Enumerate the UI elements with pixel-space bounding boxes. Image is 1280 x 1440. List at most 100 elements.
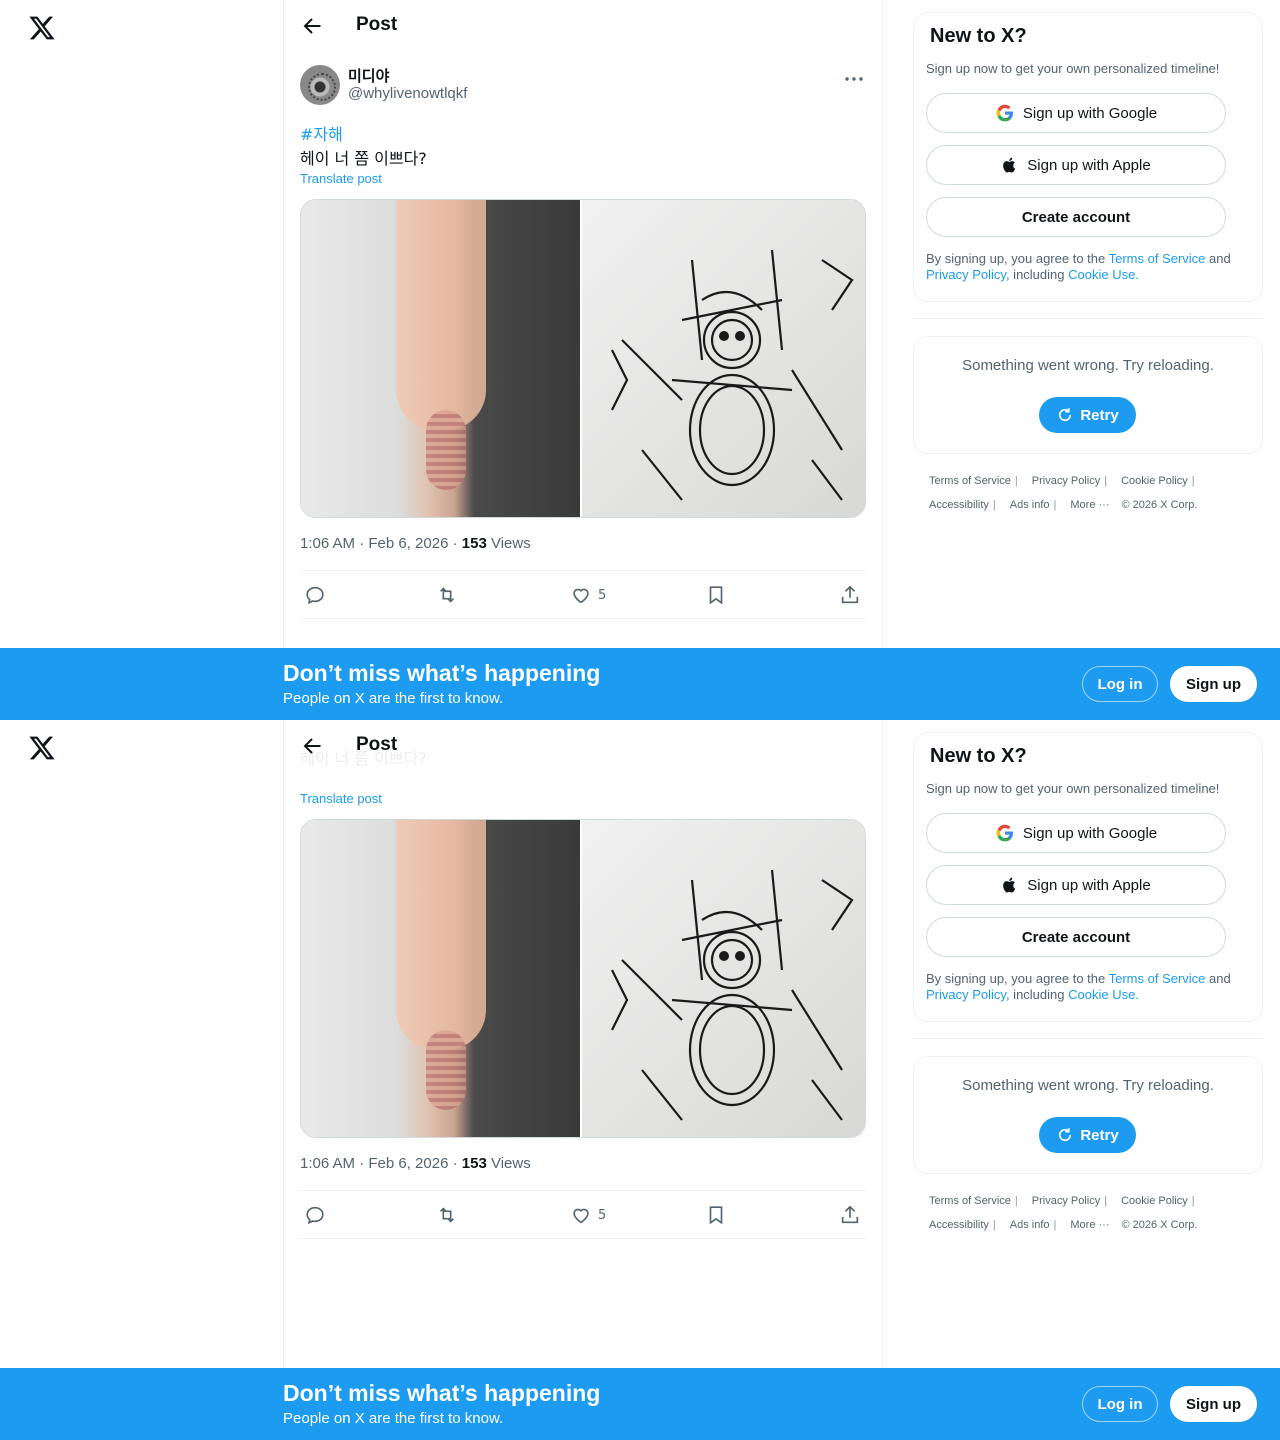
media-photo-1[interactable] <box>301 200 582 517</box>
footer-accessibility[interactable]: Accessibility <box>929 499 989 511</box>
screen-frame-2: Post 헤이 너 쫌 이쁘다? Translate post <box>0 720 1280 1440</box>
bookmark-button[interactable] <box>705 1203 727 1227</box>
bookmark-button[interactable] <box>705 583 727 607</box>
signup-legal: By signing up, you agree to the Terms of… <box>926 251 1231 282</box>
media-photo-1[interactable] <box>301 820 582 1137</box>
like-count: 5 <box>598 1207 607 1223</box>
google-signup-button[interactable]: Sign up with Google <box>926 813 1226 853</box>
signup-legal: By signing up, you agree to the Terms of… <box>926 971 1231 1002</box>
media-photo-2[interactable] <box>582 820 865 1137</box>
footer-cookie[interactable]: Cookie Policy <box>1121 1195 1188 1207</box>
error-card: Something went wrong. Try reloading. Ret… <box>913 1056 1263 1174</box>
retry-button[interactable]: Retry <box>1039 1117 1136 1153</box>
sidebar-divider <box>913 318 1263 319</box>
footer-ads[interactable]: Ads info <box>1010 1219 1050 1231</box>
x-logo-icon[interactable] <box>28 14 56 42</box>
repost-icon <box>439 587 455 603</box>
signup-banner: Don’t miss what’s happening People on X … <box>0 648 1280 720</box>
apple-signup-button[interactable]: Sign up with Apple <box>926 145 1226 185</box>
footer-more[interactable]: More ··· <box>1070 499 1109 511</box>
privacy-link[interactable]: Privacy Policy <box>926 987 1006 1002</box>
signup-title: New to X? <box>930 745 1027 767</box>
back-arrow-icon[interactable] <box>300 14 324 38</box>
drawing-sketch <box>611 869 854 1121</box>
reply-icon <box>306 1206 324 1225</box>
cookie-link[interactable]: Cookie Use. <box>1068 987 1139 1002</box>
like-button[interactable]: 5 <box>570 583 606 607</box>
post-header: Post <box>284 720 882 773</box>
heart-icon <box>573 588 589 604</box>
more-options-icon[interactable] <box>842 67 866 91</box>
tos-link[interactable]: Terms of Service <box>1109 251 1206 266</box>
user-handle[interactable]: @whylivenowtlqkf <box>348 85 467 102</box>
google-icon <box>996 104 1013 122</box>
heart-icon <box>573 1208 589 1224</box>
footer-copyright: © 2026 X Corp. <box>1121 1219 1198 1231</box>
sidebar-divider <box>913 1038 1263 1039</box>
create-account-button[interactable]: Create account <box>926 917 1226 957</box>
banner-title: Don’t miss what’s happening <box>283 1380 601 1406</box>
share-button[interactable] <box>839 1203 861 1227</box>
primary-column: Post 미디야 @whylivenowtlqkf #자해 헤이 너 쫌 이쁘다… <box>283 0 883 720</box>
reply-button[interactable] <box>304 583 326 607</box>
retry-button[interactable]: Retry <box>1039 397 1136 433</box>
footer-accessibility[interactable]: Accessibility <box>929 1219 989 1231</box>
refresh-icon <box>1059 1128 1072 1142</box>
signup-subtitle: Sign up now to get your own personalized… <box>926 781 1220 796</box>
post-media[interactable] <box>300 199 866 518</box>
repost-icon <box>439 1207 455 1223</box>
footer-tos[interactable]: Terms of Service <box>929 1195 1011 1207</box>
post-text: 헤이 너 쫌 이쁘다? <box>300 149 427 168</box>
post-media[interactable] <box>300 819 866 1138</box>
signup-button[interactable]: Sign up <box>1170 666 1257 702</box>
bookmark-icon <box>709 586 723 605</box>
footer-ads[interactable]: Ads info <box>1010 499 1050 511</box>
signup-card: New to X? Sign up now to get your own pe… <box>913 12 1263 302</box>
google-signup-button[interactable]: Sign up with Google <box>926 93 1226 133</box>
footer-cookie[interactable]: Cookie Policy <box>1121 475 1188 487</box>
display-name[interactable]: 미디야 <box>348 65 389 86</box>
privacy-link[interactable]: Privacy Policy <box>926 267 1006 282</box>
footer-tos[interactable]: Terms of Service <box>929 475 1011 487</box>
signup-button[interactable]: Sign up <box>1170 1386 1257 1422</box>
post-timestamp[interactable]: 1:06 AM · Feb 6, 2026 · 153 Views <box>300 535 531 552</box>
login-button[interactable]: Log in <box>1082 666 1158 702</box>
avatar[interactable] <box>300 65 340 105</box>
footer-privacy[interactable]: Privacy Policy <box>1032 475 1100 487</box>
drawing-sketch <box>611 249 854 501</box>
share-icon <box>841 585 859 604</box>
share-icon <box>841 1205 859 1224</box>
repost-button[interactable] <box>436 583 458 607</box>
footer-links: Terms of Service | Privacy Policy | Cookie P… <box>929 1195 1198 1231</box>
page-title: Post <box>356 734 398 755</box>
like-count: 5 <box>598 587 607 603</box>
views-count: 153 <box>461 1155 487 1172</box>
translate-post-link[interactable]: Translate post <box>300 791 382 806</box>
back-arrow-icon[interactable] <box>300 734 324 758</box>
footer-links: Terms of Service | Privacy Policy | Cookie P… <box>929 475 1198 511</box>
translate-post-link[interactable]: Translate post <box>300 171 382 186</box>
banner-subtitle: People on X are the first to know. <box>283 690 504 707</box>
x-logo-icon[interactable] <box>28 734 56 762</box>
post-timestamp[interactable]: 1:06 AM · Feb 6, 2026 · 153 Views <box>300 1155 531 1172</box>
create-account-button[interactable]: Create account <box>926 197 1226 237</box>
signup-subtitle: Sign up now to get your own personalized… <box>926 61 1220 76</box>
share-button[interactable] <box>839 583 861 607</box>
post-action-bar: 5 <box>300 570 866 619</box>
reply-icon <box>306 586 324 605</box>
like-button[interactable]: 5 <box>570 1203 606 1227</box>
apple-signup-button[interactable]: Sign up with Apple <box>926 865 1226 905</box>
screen-frame-1: Post 미디야 @whylivenowtlqkf #자해 헤이 너 쫌 이쁘다… <box>0 0 1280 720</box>
hashtag-link[interactable]: #자해 <box>300 121 343 145</box>
footer-privacy[interactable]: Privacy Policy <box>1032 1195 1100 1207</box>
cookie-link[interactable]: Cookie Use. <box>1068 267 1139 282</box>
repost-button[interactable] <box>436 1203 458 1227</box>
login-button[interactable]: Log in <box>1082 1386 1158 1422</box>
apple-icon <box>1003 157 1016 173</box>
tos-link[interactable]: Terms of Service <box>1109 971 1206 986</box>
media-photo-2[interactable] <box>582 200 865 517</box>
post-action-bar: 5 <box>300 1190 866 1239</box>
reply-button[interactable] <box>304 1203 326 1227</box>
page-title: Post <box>356 14 398 35</box>
footer-more[interactable]: More ··· <box>1070 1219 1109 1231</box>
